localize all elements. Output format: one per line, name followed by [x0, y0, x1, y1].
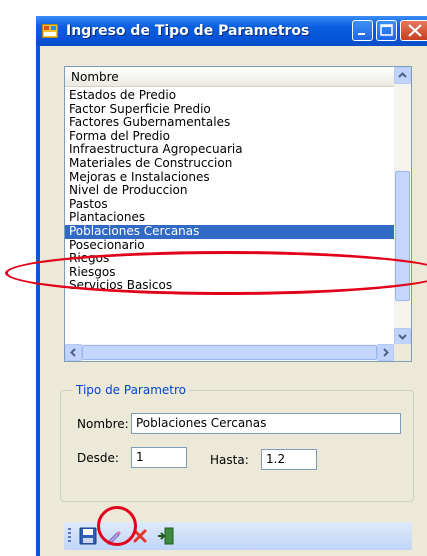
dialog-window: Ingreso de Tipo de Parametros Nombre Est… [36, 16, 427, 556]
desde-label: Desde: [77, 451, 119, 465]
scroll-up-button[interactable] [394, 67, 411, 84]
minimize-button[interactable] [352, 20, 373, 41]
delete-x-icon [133, 529, 147, 543]
list-item[interactable]: Infraestructura Agropecuaria [65, 143, 394, 157]
hasta-field[interactable]: 1.2 [261, 449, 317, 470]
list-item[interactable]: Plantaciones [65, 211, 394, 225]
list-item[interactable]: Servicios Basicos [65, 279, 394, 293]
save-button[interactable] [78, 526, 98, 546]
parameter-type-group: Tipo de Parametro Nombre: Poblaciones Ce… [60, 383, 414, 502]
edit-pencil-icon [107, 531, 121, 545]
list-item[interactable]: Factores Gubernamentales [65, 116, 394, 130]
dialog-client-area: Nombre Estados de Predio Factor Superfic… [40, 46, 427, 556]
group-title: Tipo de Parametro [73, 383, 190, 397]
list-item[interactable]: Posecionario [65, 238, 394, 253]
close-button[interactable] [400, 20, 427, 41]
horizontal-scrollbar[interactable] [65, 344, 394, 361]
scroll-left-button[interactable] [65, 344, 82, 361]
chevron-left-icon [70, 348, 76, 357]
parameter-type-list[interactable]: Nombre Estados de Predio Factor Superfic… [64, 66, 412, 362]
chevron-right-icon [383, 348, 389, 357]
list-item[interactable]: Mejoras e Instalaciones [65, 170, 394, 185]
scrollbar-corner [394, 344, 411, 361]
nombre-field[interactable]: Poblaciones Cercanas [131, 413, 401, 434]
toolbar-grip[interactable] [68, 528, 71, 544]
list-item[interactable]: Pastos [65, 197, 394, 212]
chevron-up-icon [398, 72, 407, 78]
list-item[interactable]: Factor Superficie Predio [65, 102, 394, 117]
list-item[interactable]: Nivel de Produccion [65, 184, 394, 198]
edit-button[interactable] [104, 526, 124, 546]
action-toolbar [64, 522, 412, 550]
desde-field[interactable]: 1 [131, 447, 187, 468]
minimize-icon [358, 33, 365, 35]
exit-door-icon [158, 527, 174, 545]
maximize-button[interactable] [376, 20, 397, 41]
delete-button[interactable] [130, 526, 150, 546]
scroll-down-button[interactable] [394, 328, 411, 345]
horizontal-scroll-thumb[interactable] [82, 345, 377, 360]
vertical-scrollbar[interactable] [394, 67, 411, 345]
vertical-scroll-thumb[interactable] [395, 171, 410, 301]
list-item[interactable]: Riesgos [65, 265, 394, 280]
window-title: Ingreso de Tipo de Parametros [66, 23, 310, 39]
list-item[interactable]: Riegos [65, 252, 394, 266]
maximize-icon [380, 24, 393, 36]
save-icon [79, 527, 97, 545]
hasta-label: Hasta: [210, 453, 249, 467]
list-item-selected[interactable]: Poblaciones Cercanas [65, 224, 394, 239]
list-item[interactable]: Materiales de Construccion [65, 156, 394, 171]
column-header-nombre[interactable]: Nombre [65, 67, 394, 87]
scroll-right-button[interactable] [377, 344, 394, 361]
chevron-down-icon [398, 334, 407, 340]
app-window-icon [42, 24, 58, 38]
list-item[interactable]: Estados de Predio [65, 88, 394, 103]
list-item[interactable]: Forma del Predio [65, 129, 394, 144]
nombre-label: Nombre: [77, 417, 129, 431]
exit-button[interactable] [156, 526, 176, 546]
close-icon [408, 24, 422, 37]
list-rows: Estados de Predio Factor Superficie Pred… [65, 88, 394, 293]
title-bar[interactable]: Ingreso de Tipo de Parametros [36, 16, 427, 46]
